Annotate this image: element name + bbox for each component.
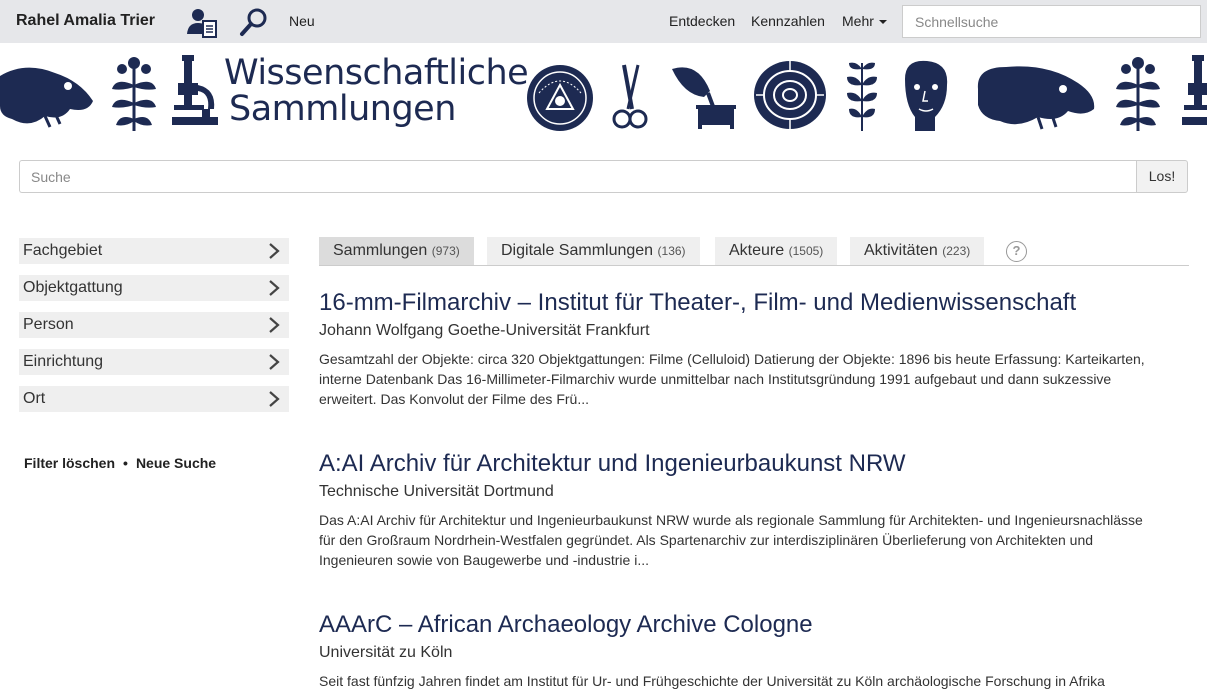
animal-skull-icon-right xyxy=(977,66,1095,130)
filter-links: Filter löschen • Neue Suche xyxy=(24,455,216,471)
chevron-right-icon xyxy=(269,317,280,333)
microscope-icon-right xyxy=(1182,55,1207,125)
tab-aktivitaeten[interactable]: Aktivitäten (223) xyxy=(850,237,985,265)
seal-icon xyxy=(527,65,593,131)
chevron-right-icon xyxy=(269,391,280,407)
facet-ort[interactable]: Ort xyxy=(19,386,289,412)
result-title-link[interactable]: A:AI Archiv für Architektur und Ingenieu… xyxy=(319,450,1159,478)
tab-sammlungen[interactable]: Sammlungen (973) xyxy=(319,237,474,265)
tabs-divider xyxy=(319,265,1189,266)
result-item: 16-mm-Filmarchiv – Institut für Theater-… xyxy=(319,289,1159,409)
result-institution: Technische Universität Dortmund xyxy=(319,483,554,500)
banner-title[interactable]: Wissenschaftliche Sammlungen xyxy=(224,53,529,129)
result-description: Das A:AI Archiv für Architektur und Inge… xyxy=(319,512,1143,568)
facet-einrichtung[interactable]: Einrichtung xyxy=(19,349,289,375)
nav-kennzahlen-link[interactable]: Kennzahlen xyxy=(751,13,825,29)
main-search-input[interactable] xyxy=(19,160,1136,193)
gramophone-icon xyxy=(672,67,736,129)
nav-mehr-dropdown[interactable]: Mehr xyxy=(842,13,887,29)
plant-icon-right xyxy=(1116,57,1160,131)
help-icon[interactable]: ? xyxy=(1006,241,1027,262)
search-submit-button[interactable]: Los! xyxy=(1136,160,1188,193)
caret-down-icon xyxy=(878,20,887,25)
facet-fachgebiet[interactable]: Fachgebiet xyxy=(19,238,289,264)
result-description: Gesamtzahl der Objekte: circa 320 Objekt… xyxy=(319,351,1145,407)
chevron-right-icon xyxy=(269,243,280,259)
plant-icon xyxy=(112,57,156,131)
result-title-link[interactable]: 16-mm-Filmarchiv – Institut für Theater-… xyxy=(319,289,1159,317)
quick-search-input[interactable] xyxy=(902,5,1201,38)
tab-label: Sammlungen xyxy=(333,242,428,259)
tab-label: Aktivitäten xyxy=(864,242,938,259)
leaf-icon xyxy=(847,62,877,131)
microscope-icon xyxy=(172,55,218,125)
chevron-right-icon xyxy=(269,354,280,370)
tab-digitale-sammlungen[interactable]: Digitale Sammlungen (136) xyxy=(487,237,700,265)
chevron-right-icon xyxy=(269,280,280,296)
tab-akteure[interactable]: Akteure (1505) xyxy=(715,237,838,265)
ammonite-icon xyxy=(754,61,826,129)
separator-dot: • xyxy=(123,455,128,471)
new-search-link[interactable]: Neue Suche xyxy=(136,455,216,471)
banner-title-line-1: Wissenschaftliche xyxy=(224,53,529,93)
scissors-icon xyxy=(612,64,648,129)
top-navbar: Rahel Amalia Trier Neu Entdecken Kennzah… xyxy=(0,0,1207,43)
facet-person[interactable]: Person xyxy=(19,312,289,338)
facet-label: Einrichtung xyxy=(23,353,104,370)
sculpture-head-icon xyxy=(905,60,948,131)
tab-count: (1505) xyxy=(788,244,824,258)
tab-label: Digitale Sammlungen xyxy=(501,242,654,259)
magnifier-icon[interactable] xyxy=(238,6,270,38)
nav-mehr-label: Mehr xyxy=(842,13,874,29)
tab-label: Akteure xyxy=(729,242,785,259)
facet-label: Fachgebiet xyxy=(23,242,103,259)
result-institution: Universität zu Köln xyxy=(319,644,453,661)
facet-objektgattung[interactable]: Objektgattung xyxy=(19,275,289,301)
animal-skull-icon xyxy=(0,67,93,128)
tab-count: (223) xyxy=(942,244,971,258)
result-item: AAArC – African Archaeology Archive Colo… xyxy=(319,611,1159,691)
result-description: Seit fast fünfzig Jahren findet am Insti… xyxy=(319,673,1105,689)
nav-entdecken-link[interactable]: Entdecken xyxy=(669,13,735,29)
nav-neu-link[interactable]: Neu xyxy=(289,13,315,29)
tab-count: (136) xyxy=(657,244,686,258)
result-title-link[interactable]: AAArC – African Archaeology Archive Colo… xyxy=(319,611,1159,639)
facet-label: Ort xyxy=(23,390,46,407)
clear-filter-link[interactable]: Filter löschen xyxy=(24,455,115,471)
facet-label: Person xyxy=(23,316,74,333)
result-institution: Johann Wolfgang Goethe-Universität Frank… xyxy=(319,322,650,339)
site-banner: Wissenschaftliche Sammlungen xyxy=(0,43,1207,143)
user-name-link[interactable]: Rahel Amalia Trier xyxy=(16,12,155,30)
user-document-icon[interactable] xyxy=(186,6,218,38)
tab-count: (973) xyxy=(431,244,460,258)
facet-label: Objektgattung xyxy=(23,279,123,296)
result-item: A:AI Archiv für Architektur und Ingenieu… xyxy=(319,450,1159,570)
banner-title-line-2: Sammlungen xyxy=(229,89,456,129)
